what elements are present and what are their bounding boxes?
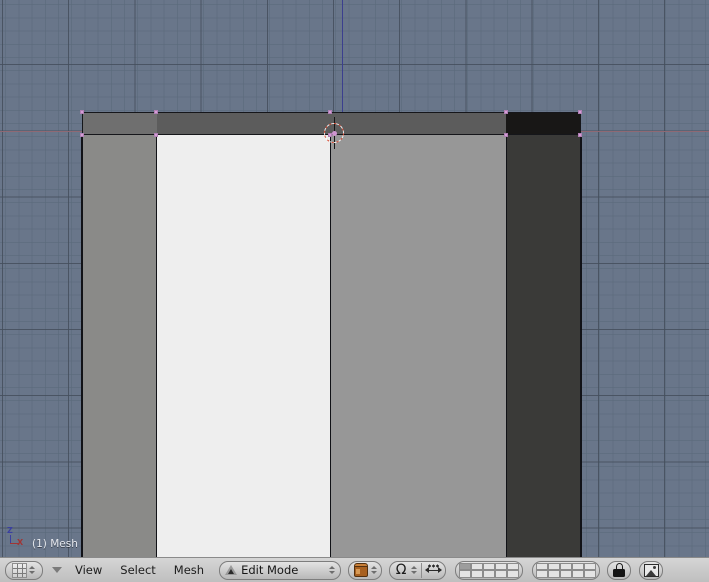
mesh-top-face-center[interactable] xyxy=(157,112,506,135)
mesh-edge-vertical[interactable] xyxy=(580,135,582,557)
axis-gizmo-x-line xyxy=(9,543,19,545)
layer-grid-2[interactable] xyxy=(536,562,597,578)
viewport-status-text: (1) Mesh xyxy=(32,538,78,550)
mesh-vertex[interactable] xyxy=(578,110,582,114)
layer-cell[interactable] xyxy=(572,570,585,578)
mesh-vertex[interactable] xyxy=(327,133,332,137)
mesh-top-face-left[interactable] xyxy=(82,112,157,135)
axis-gizmo-x-label: X xyxy=(17,538,24,547)
mesh-object[interactable] xyxy=(80,110,582,557)
solid-shading-icon xyxy=(353,562,369,578)
editor-type-selector[interactable] xyxy=(5,560,43,580)
mesh-vertex[interactable] xyxy=(153,110,158,114)
axis-gizmo-z-line xyxy=(9,535,11,544)
mesh-front-face-1[interactable] xyxy=(82,135,156,557)
3d-viewport[interactable]: Z X (1) Mesh xyxy=(0,0,709,557)
render-preview-button[interactable] xyxy=(639,560,664,580)
mesh-vertex[interactable] xyxy=(80,133,84,137)
mode-dropdown[interactable]: Edit Mode xyxy=(219,560,342,580)
layer-cell[interactable] xyxy=(459,562,472,570)
mesh-vertex[interactable] xyxy=(503,133,508,137)
mesh-edge-vertical[interactable] xyxy=(155,135,158,557)
pivot-manipulator-group: Ω xyxy=(389,560,447,580)
layer-cell[interactable] xyxy=(471,570,484,578)
draw-type-dropdown[interactable] xyxy=(348,560,383,580)
layer-cell[interactable] xyxy=(548,570,561,578)
layer-cell[interactable] xyxy=(584,570,597,578)
layer-cell[interactable] xyxy=(560,562,573,570)
mesh-front-face-3[interactable] xyxy=(330,135,506,557)
lock-icon xyxy=(613,563,626,577)
axis-gizmo-z-label: Z xyxy=(7,526,13,535)
mode-dropdown-stepper[interactable] xyxy=(327,566,336,574)
group-divider xyxy=(421,562,423,578)
mode-dropdown-label: Edit Mode xyxy=(241,563,299,577)
mesh-front-face-2[interactable] xyxy=(156,135,330,557)
layer-cell[interactable] xyxy=(584,562,597,570)
layer-cell[interactable] xyxy=(536,570,549,578)
axis-gizmo: Z X xyxy=(6,527,32,551)
blender-window: Z X (1) Mesh View Select Mesh Edit Mode xyxy=(0,0,709,582)
triangle-mesh-icon xyxy=(225,565,238,575)
pivot-stepper[interactable] xyxy=(409,566,418,574)
layer-cell[interactable] xyxy=(572,562,585,570)
collapse-menus-button[interactable] xyxy=(48,561,66,580)
triangle-down-icon xyxy=(52,567,62,573)
mesh-edge-vertical[interactable] xyxy=(81,135,83,557)
menu-view[interactable]: View xyxy=(66,561,111,580)
layer-cell[interactable] xyxy=(507,562,520,570)
layer-cell[interactable] xyxy=(495,562,508,570)
layer-cell[interactable] xyxy=(548,562,561,570)
viewport-header-bar: View Select Mesh Edit Mode Ω xyxy=(0,557,709,582)
layer-cell[interactable] xyxy=(560,570,573,578)
layer-cell[interactable] xyxy=(471,562,484,570)
lock-layers-button[interactable] xyxy=(607,560,632,580)
mesh-vertex[interactable] xyxy=(503,110,508,114)
layer-cell[interactable] xyxy=(483,570,496,578)
mesh-front-face-4[interactable] xyxy=(506,135,581,557)
grid-icon xyxy=(11,562,27,578)
mesh-edge-vertical[interactable] xyxy=(505,135,508,557)
median-point-icon[interactable]: Ω xyxy=(393,563,409,578)
mesh-top-face-right[interactable] xyxy=(506,112,581,135)
layer-cell[interactable] xyxy=(459,570,472,578)
mesh-vertex[interactable] xyxy=(153,133,158,137)
image-icon xyxy=(643,563,659,577)
editor-type-stepper[interactable] xyxy=(28,566,37,574)
layer-buttons-group-1[interactable] xyxy=(455,560,524,580)
layer-buttons-group-2[interactable] xyxy=(532,560,601,580)
layer-cell[interactable] xyxy=(483,562,496,570)
menu-mesh[interactable]: Mesh xyxy=(165,561,213,580)
draw-type-stepper[interactable] xyxy=(370,566,379,574)
layer-grid-1[interactable] xyxy=(459,562,520,578)
layer-cell[interactable] xyxy=(536,562,549,570)
mesh-vertex[interactable] xyxy=(327,110,332,114)
mesh-edge-vertical[interactable] xyxy=(329,135,332,557)
mesh-vertex[interactable] xyxy=(578,133,582,137)
menu-select[interactable]: Select xyxy=(111,561,164,580)
layer-cell[interactable] xyxy=(495,570,508,578)
mesh-vertex[interactable] xyxy=(80,110,84,114)
transform-widget-icon[interactable] xyxy=(425,563,443,578)
layer-cell[interactable] xyxy=(507,570,520,578)
